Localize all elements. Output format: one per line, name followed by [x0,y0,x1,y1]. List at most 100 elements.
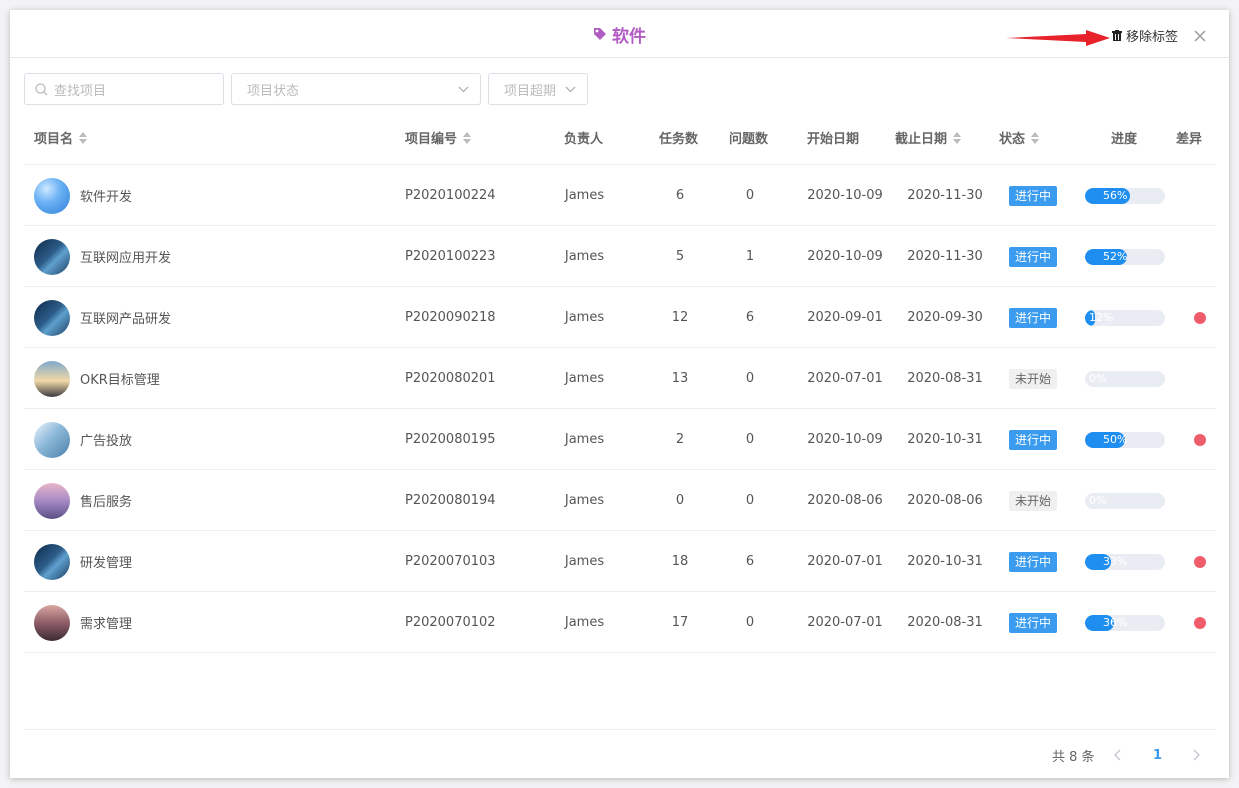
col-end[interactable]: 截止日期 [895,110,962,165]
status-select[interactable]: 项目状态 [231,73,481,105]
project-name-cell[interactable]: 互联网产品研发 [34,287,394,348]
status-badge: 进行中 [1009,612,1058,633]
issue-count: 0 [745,371,755,386]
project-name-cell[interactable]: 研发管理 [34,531,394,592]
status-cell: 进行中 [1009,592,1058,653]
project-name-cell[interactable]: 广告投放 [34,409,394,470]
project-name-cell[interactable]: OKR目标管理 [34,348,394,409]
diff-cell [1194,531,1206,592]
avatar [34,360,70,397]
col-status[interactable]: 状态 [999,110,1040,165]
issue-count: 0 [745,493,755,508]
project-table: 项目名 项目编号 负责人 任务数 问题数 开始日期 截止日期 状态 进度 差异 … [24,110,1216,653]
task-count: 5 [675,249,685,264]
search-input[interactable]: 查找项目 [24,73,224,105]
avatar [34,177,70,214]
project-name: OKR目标管理 [80,373,160,388]
remove-tag-button[interactable]: 移除标签 [1112,26,1178,45]
sort-icon[interactable] [79,131,88,144]
table-header: 项目名 项目编号 负责人 任务数 问题数 开始日期 截止日期 状态 进度 差异 [24,110,1216,165]
project-dialog: 软件 移除标签 查找项目 项目状态 项目超期 项目名 项目编号 负责人 任务数 … [10,10,1229,778]
next-page-icon[interactable] [1191,745,1201,765]
start-date: 2020-07-01 [807,615,883,630]
footer-divider [24,729,1216,730]
col-progress: 进度 [1111,110,1137,165]
table-row[interactable]: 售后服务 P2020080194 James 0 0 2020-08-06 20… [24,470,1216,531]
overdue-placeholder: 项目超期 [504,83,557,99]
page-number-current[interactable]: 1 [1153,745,1162,765]
status-cell: 进行中 [1009,531,1058,592]
end-date: 2020-10-31 [907,432,983,447]
progress-bar: 36% [1085,614,1165,631]
project-code: P2020080195 [405,432,496,447]
sort-icon[interactable] [463,131,472,144]
search-icon [35,82,48,95]
avatar [34,604,70,641]
progress-label: 52% [1103,249,1128,263]
project-name-cell[interactable]: 售后服务 [34,470,394,531]
owner: James [564,493,605,508]
project-name: 研发管理 [80,556,133,571]
avatar [34,543,70,580]
col-tasks: 任务数 [659,110,698,165]
progress-cell: 36% [1085,592,1165,653]
diff-indicator [1194,311,1206,324]
owner: James [564,432,605,447]
project-name: 软件开发 [80,190,133,205]
col-code[interactable]: 项目编号 [405,110,472,165]
col-diff-label: 差异 [1176,132,1203,147]
end-date: 2020-11-30 [907,188,983,203]
dialog-title-text: 软件 [612,26,646,47]
issue-count: 0 [745,432,755,447]
diff-indicator [1194,555,1206,568]
table-row[interactable]: 互联网应用开发 P2020100223 James 5 1 2020-10-09… [24,226,1216,287]
avatar [34,482,70,519]
task-count: 17 [671,615,689,630]
project-name: 广告投放 [80,434,133,449]
sort-icon[interactable] [953,131,962,144]
end-date: 2020-08-31 [907,371,983,386]
col-name[interactable]: 项目名 [34,110,88,165]
table-row[interactable]: 需求管理 P2020070102 James 17 0 2020-07-01 2… [24,592,1216,653]
prev-page-icon[interactable] [1113,745,1123,765]
col-start: 开始日期 [807,110,859,165]
progress-bar: 12% [1085,309,1165,326]
start-date: 2020-07-01 [807,371,883,386]
table-row[interactable]: OKR目标管理 P2020080201 James 13 0 2020-07-0… [24,348,1216,409]
diff-cell [1194,287,1206,348]
project-name-cell[interactable]: 需求管理 [34,592,394,653]
progress-bar: 0% [1085,492,1165,509]
avatar [34,421,70,458]
start-date: 2020-10-09 [807,188,883,203]
progress-label: 33% [1103,554,1128,568]
project-name: 需求管理 [80,617,133,632]
task-count: 0 [675,493,685,508]
status-badge: 进行中 [1009,246,1058,267]
table-row[interactable]: 软件开发 P2020100224 James 6 0 2020-10-09 20… [24,165,1216,226]
progress-bar: 56% [1085,187,1165,204]
task-count: 12 [671,310,689,325]
status-badge: 未开始 [1009,368,1058,389]
overdue-select[interactable]: 项目超期 [488,73,588,105]
table-row[interactable]: 互联网产品研发 P2020090218 James 12 6 2020-09-0… [24,287,1216,348]
pagination-total: 共 8 条 [1052,749,1095,765]
project-name-cell[interactable]: 互联网应用开发 [34,226,394,287]
sort-icon[interactable] [1031,131,1040,144]
end-date: 2020-08-06 [907,493,983,508]
project-name-cell[interactable]: 软件开发 [34,165,394,226]
table-row[interactable]: 研发管理 P2020070103 James 18 6 2020-07-01 2… [24,531,1216,592]
close-icon[interactable] [1194,30,1206,42]
table-row[interactable]: 广告投放 P2020080195 James 2 0 2020-10-09 20… [24,409,1216,470]
progress-cell: 52% [1085,226,1165,287]
col-status-label: 状态 [999,132,1026,147]
table-body: 软件开发 P2020100224 James 6 0 2020-10-09 20… [24,165,1216,653]
col-diff: 差异 [1176,110,1202,165]
progress-bar: 33% [1085,553,1165,570]
status-cell: 未开始 [1009,470,1058,531]
diff-indicator [1194,433,1206,446]
end-date: 2020-10-31 [907,554,983,569]
progress-bar: 0% [1085,370,1165,387]
chevron-down-icon [565,86,576,93]
col-tasks-label: 任务数 [659,132,699,147]
project-name: 互联网产品研发 [80,312,172,327]
